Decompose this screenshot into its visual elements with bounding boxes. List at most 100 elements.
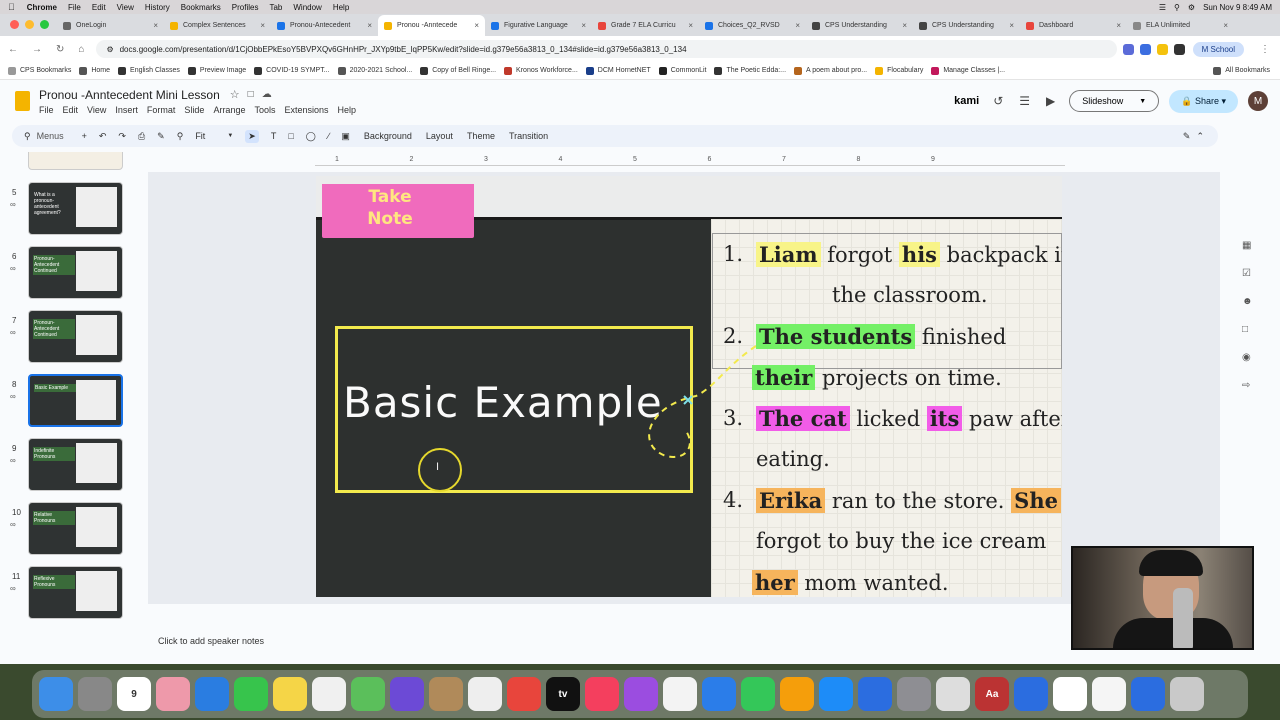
dock-app-keynote-icon[interactable] <box>702 677 736 711</box>
profile-button[interactable]: M School <box>1192 41 1244 57</box>
slide[interactable]: Take Note Basic Example I 1. Liam forgot … <box>316 176 1062 597</box>
keep-icon[interactable]: ▦ <box>1242 240 1262 251</box>
doc-menu-file[interactable]: File <box>39 105 54 115</box>
extension-icon[interactable] <box>1122 43 1134 55</box>
close-tab-icon[interactable]: × <box>260 21 265 30</box>
slide-thumbnail[interactable]: Pronoun-Antecedent Continued <box>28 310 123 363</box>
new-slide-icon[interactable]: + <box>82 131 87 141</box>
dock-app-app-icon[interactable] <box>858 677 892 711</box>
doc-menu-insert[interactable]: Insert <box>115 105 138 115</box>
forward-icon[interactable]: → <box>32 44 42 55</box>
dock-app-music-icon[interactable] <box>585 677 619 711</box>
bookmark-item[interactable]: Copy of Bell Ringe... <box>420 66 496 75</box>
browser-tab[interactable]: OneLogin × <box>57 15 164 36</box>
browser-tab[interactable]: Complex Sentences × <box>164 15 271 36</box>
bookmark-item[interactable]: 2020-2021 School... <box>337 66 412 75</box>
dock-app-notes-icon[interactable] <box>273 677 307 711</box>
transition-button[interactable]: Transition <box>509 131 548 141</box>
menu-window[interactable]: Window <box>293 3 321 12</box>
dock-app-preview-icon[interactable] <box>936 677 970 711</box>
bookmark-item[interactable]: Preview Image <box>187 66 246 75</box>
menu-file[interactable]: File <box>68 3 81 12</box>
bookmark-item[interactable]: DCM HornetNET <box>585 66 651 75</box>
doc-menu-view[interactable]: View <box>87 105 106 115</box>
search-menus-icon[interactable]: ⚲ <box>24 131 31 142</box>
text-box-icon[interactable]: T <box>271 131 277 141</box>
menu-edit[interactable]: Edit <box>92 3 106 12</box>
menu-bookmarks[interactable]: Bookmarks <box>181 3 221 12</box>
close-tab-icon[interactable]: × <box>367 21 372 30</box>
slides-logo-icon[interactable] <box>15 91 30 111</box>
browser-tab[interactable]: ELA Unlimited × <box>1127 15 1234 36</box>
dock-app-calendar-icon[interactable]: 9 <box>117 677 151 711</box>
doc-menu-extensions[interactable]: Extensions <box>284 105 328 115</box>
close-window-button[interactable] <box>10 20 19 29</box>
comments-icon[interactable]: ☰ <box>1019 94 1030 108</box>
url-field[interactable]: ⚙ docs.google.com/presentation/d/1CjObbE… <box>96 40 1117 58</box>
browser-tab[interactable]: Pronou -Anntecede × <box>378 15 485 36</box>
browser-tab[interactable]: CPS Understanding × <box>806 15 913 36</box>
example-line[interactable]: The students finished <box>756 324 1006 349</box>
bookmark-item[interactable]: Home <box>79 66 110 75</box>
bookmark-item[interactable]: The Poetic Edda:... <box>714 66 786 75</box>
close-tab-icon[interactable]: × <box>1116 21 1121 30</box>
layout-button[interactable]: Layout <box>426 131 453 141</box>
line-icon[interactable]: ∕ <box>328 131 330 141</box>
bookmark-item[interactable]: Flocabulary <box>875 66 923 75</box>
cloud-status-icon[interactable]: ☁ <box>262 89 272 100</box>
close-tab-icon[interactable]: × <box>153 21 158 30</box>
dock-app-system-settings-icon[interactable] <box>897 677 931 711</box>
doc-menu-help[interactable]: Help <box>338 105 357 115</box>
kami-extension-button[interactable]: kami <box>954 95 979 107</box>
dock-app-app-icon[interactable] <box>1131 677 1165 711</box>
bookmark-item[interactable]: All Bookmarks <box>1213 66 1270 75</box>
menu-help[interactable]: Help <box>333 3 349 12</box>
dock-app-reminders-icon[interactable] <box>468 677 502 711</box>
dock-app-safari-icon[interactable] <box>195 677 229 711</box>
comment-add-icon[interactable]: ▣ <box>341 131 350 142</box>
slideshow-button[interactable]: Slideshow ▼ <box>1069 90 1160 112</box>
addon-icon[interactable]: ⇨ <box>1242 380 1262 391</box>
dock-app-launchpad-icon[interactable] <box>78 677 112 711</box>
dock-app-contacts-icon[interactable] <box>429 677 463 711</box>
bookmark-item[interactable]: English Classes <box>118 66 180 75</box>
zoom-icon[interactable]: ⚲ <box>177 131 184 142</box>
doc-menu-arrange[interactable]: Arrange <box>213 105 245 115</box>
slide-thumbnail[interactable]: Reflexive Pronouns <box>28 566 123 619</box>
version-history-icon[interactable]: ↺ <box>993 94 1003 108</box>
dock-app-maps-icon[interactable] <box>351 677 385 711</box>
speaker-notes[interactable]: Click to add speaker notes <box>148 624 1228 664</box>
undo-icon[interactable]: ↶ <box>99 131 107 142</box>
menu-tab[interactable]: Tab <box>269 3 282 12</box>
image-icon[interactable]: □ <box>288 131 293 141</box>
bookmark-item[interactable]: COVID-19 SYMPT... <box>254 66 330 75</box>
meet-icon[interactable]: ▶ <box>1046 94 1055 108</box>
minimize-window-button[interactable] <box>25 20 34 29</box>
example-line[interactable]: Liam forgot his backpack in <box>756 242 1062 267</box>
doc-menu-tools[interactable]: Tools <box>254 105 275 115</box>
example-line[interactable]: their projects on time. <box>752 365 1002 390</box>
share-button[interactable]: 🔒 Share ▾ <box>1169 89 1238 113</box>
browser-tab[interactable]: Choices_Q2_RVSD × <box>699 15 806 36</box>
background-button[interactable]: Background <box>364 131 412 141</box>
more-menu-icon[interactable]: ⋮ <box>1260 44 1270 55</box>
shape-icon[interactable]: ◯ <box>306 131 316 142</box>
browser-tab[interactable]: Figurative Language × <box>485 15 592 36</box>
pen-icon[interactable]: ✎ <box>1183 131 1191 142</box>
browser-tab[interactable]: CPS Understanding × <box>913 15 1020 36</box>
menu-history[interactable]: History <box>145 3 170 12</box>
menu-profiles[interactable]: Profiles <box>232 3 259 12</box>
browser-tab[interactable]: Grade 7 ELA Curricu × <box>592 15 699 36</box>
extension-icon[interactable] <box>1173 43 1185 55</box>
paint-format-icon[interactable]: ✎ <box>157 131 165 142</box>
example-line[interactable]: her mom wanted. <box>752 570 949 595</box>
close-tab-icon[interactable]: × <box>1009 21 1014 30</box>
menu-app-name[interactable]: Chrome <box>27 3 57 12</box>
slide-thumbnail[interactable]: Indefinite Pronouns <box>28 438 123 491</box>
select-tool-icon[interactable]: ➤ <box>245 129 259 143</box>
avatar[interactable]: M <box>1248 91 1268 111</box>
dock-app-pages-icon[interactable] <box>780 677 814 711</box>
dock-app-messages-icon[interactable] <box>234 677 268 711</box>
slide-thumbnail[interactable]: What is a pronoun-antecedent agreement? <box>28 182 123 235</box>
dock-app-news-icon[interactable] <box>663 677 697 711</box>
